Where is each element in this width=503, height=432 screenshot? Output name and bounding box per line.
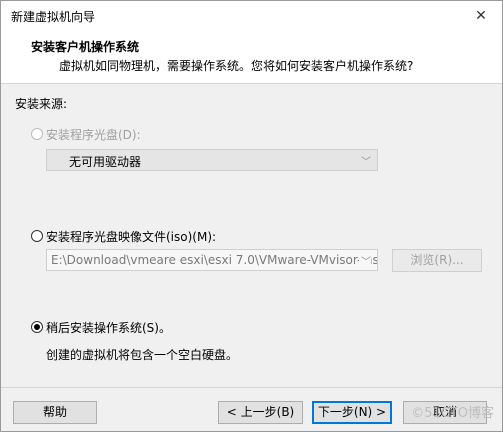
iso-radio[interactable] bbox=[31, 230, 43, 242]
footer-divider bbox=[1, 387, 502, 388]
back-button[interactable]: < 上一步(B) bbox=[218, 401, 303, 424]
install-later-label: 稍后安装操作系统(S)。 bbox=[46, 321, 171, 335]
install-later-description: 创建的虚拟机将包含一个空白硬盘。 bbox=[46, 348, 239, 362]
install-later-radio[interactable] bbox=[31, 321, 43, 333]
install-source-label: 安装来源: bbox=[15, 97, 68, 111]
new-vm-wizard-window: 新建虚拟机向导 ✕ 安装客户机操作系统 虚拟机如同物理机，需要操作系统。您将如何… bbox=[0, 0, 503, 432]
disc-drive-dropdown[interactable]: 无可用驱动器 ﹀ bbox=[46, 149, 378, 171]
disc-radio[interactable] bbox=[31, 128, 43, 140]
next-button[interactable]: 下一步(N) > bbox=[312, 401, 392, 424]
title-bar: 新建虚拟机向导 ✕ bbox=[1, 1, 502, 31]
wizard-header: 安装客户机操作系统 虚拟机如同物理机，需要操作系统。您将如何安装客户机操作系统? bbox=[1, 31, 502, 84]
disc-drive-value: 无可用驱动器 bbox=[69, 155, 142, 169]
chevron-down-icon: ﹀ bbox=[361, 157, 371, 168]
page-subtitle: 虚拟机如同物理机，需要操作系统。您将如何安装客户机操作系统? bbox=[59, 59, 414, 73]
iso-option-label: 安装程序光盘映像文件(iso)(M): bbox=[46, 230, 217, 244]
window-title: 新建虚拟机向导 bbox=[11, 10, 96, 24]
iso-path-value: E:\Download\vmeare esxi\esxi 7.0\VMware-… bbox=[51, 253, 378, 267]
page-title: 安装客户机操作系统 bbox=[31, 40, 140, 54]
iso-path-input[interactable]: E:\Download\vmeare esxi\esxi 7.0\VMware-… bbox=[46, 249, 378, 271]
close-icon[interactable]: ✕ bbox=[470, 6, 492, 26]
browse-button[interactable]: 浏览(R)... bbox=[392, 249, 482, 272]
help-button[interactable]: 帮助 bbox=[13, 401, 97, 424]
disc-option-label: 安装程序光盘(D): bbox=[46, 128, 141, 142]
chevron-down-icon: ﹀ bbox=[359, 253, 371, 268]
watermark: ©51CTO博客 bbox=[411, 406, 494, 421]
